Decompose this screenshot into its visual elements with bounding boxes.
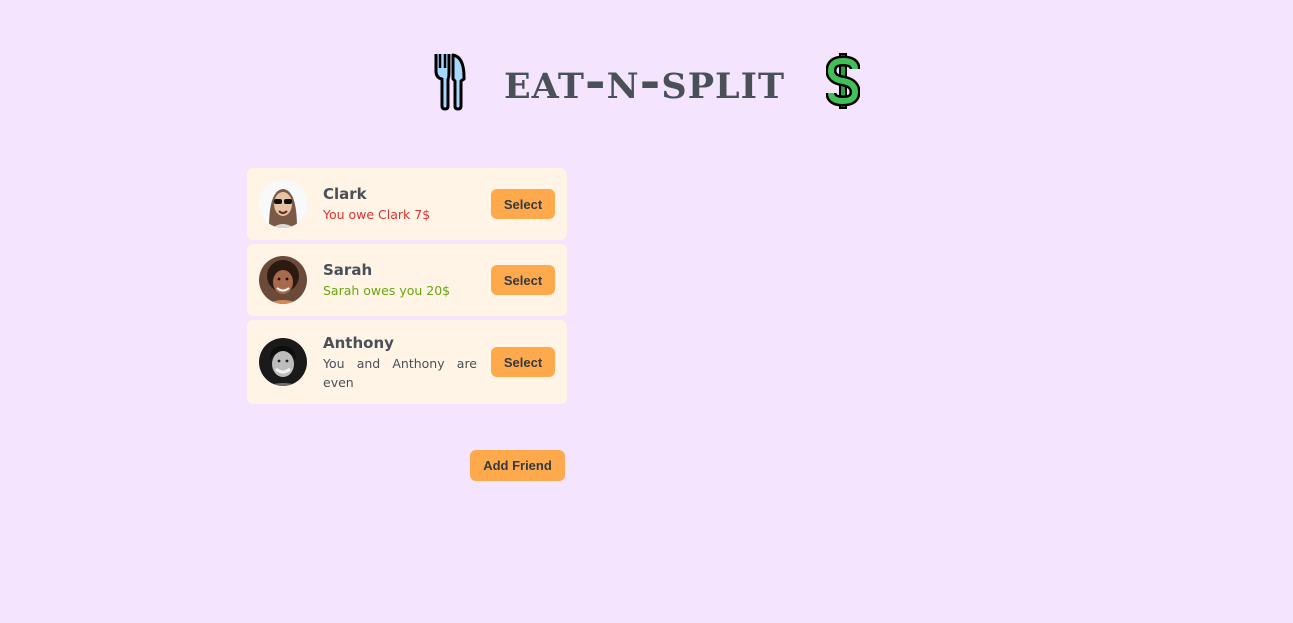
friend-info: Anthony You and Anthony are even <box>323 333 479 392</box>
friend-balance: You owe Clark 7$ <box>323 207 431 222</box>
friends-list: Clark You owe Clark 7$ Select Sarah Sara… <box>247 168 567 408</box>
friend-balance: Sarah owes you 20$ <box>323 283 451 298</box>
app-header: eat-n-split <box>0 48 1293 114</box>
friend-info: Clark You owe Clark 7$ <box>323 184 479 224</box>
select-button-sarah[interactable]: Select <box>491 265 555 295</box>
avatar-sarah <box>259 256 307 304</box>
select-button-anthony[interactable]: Select <box>491 347 555 377</box>
add-friend-button[interactable]: Add Friend <box>470 450 565 481</box>
fork-knife-icon <box>426 49 474 113</box>
app-title: eat-n-split <box>503 51 786 110</box>
select-button-clark[interactable]: Select <box>491 189 555 219</box>
friend-name: Clark <box>323 185 367 203</box>
avatar-clark <box>259 180 307 228</box>
dollar-sign-icon <box>819 49 867 113</box>
friend-item-clark: Clark You owe Clark 7$ Select <box>247 168 567 240</box>
avatar-anthony <box>259 338 307 386</box>
friend-name: Anthony <box>323 333 394 352</box>
friend-item-sarah: Sarah Sarah owes you 20$ Select <box>247 244 567 316</box>
friend-info: Sarah Sarah owes you 20$ <box>323 260 479 300</box>
friend-name: Sarah <box>323 261 373 279</box>
friend-item-anthony: Anthony You and Anthony are even Select <box>247 320 567 404</box>
friend-balance: You and Anthony are even <box>323 355 477 390</box>
